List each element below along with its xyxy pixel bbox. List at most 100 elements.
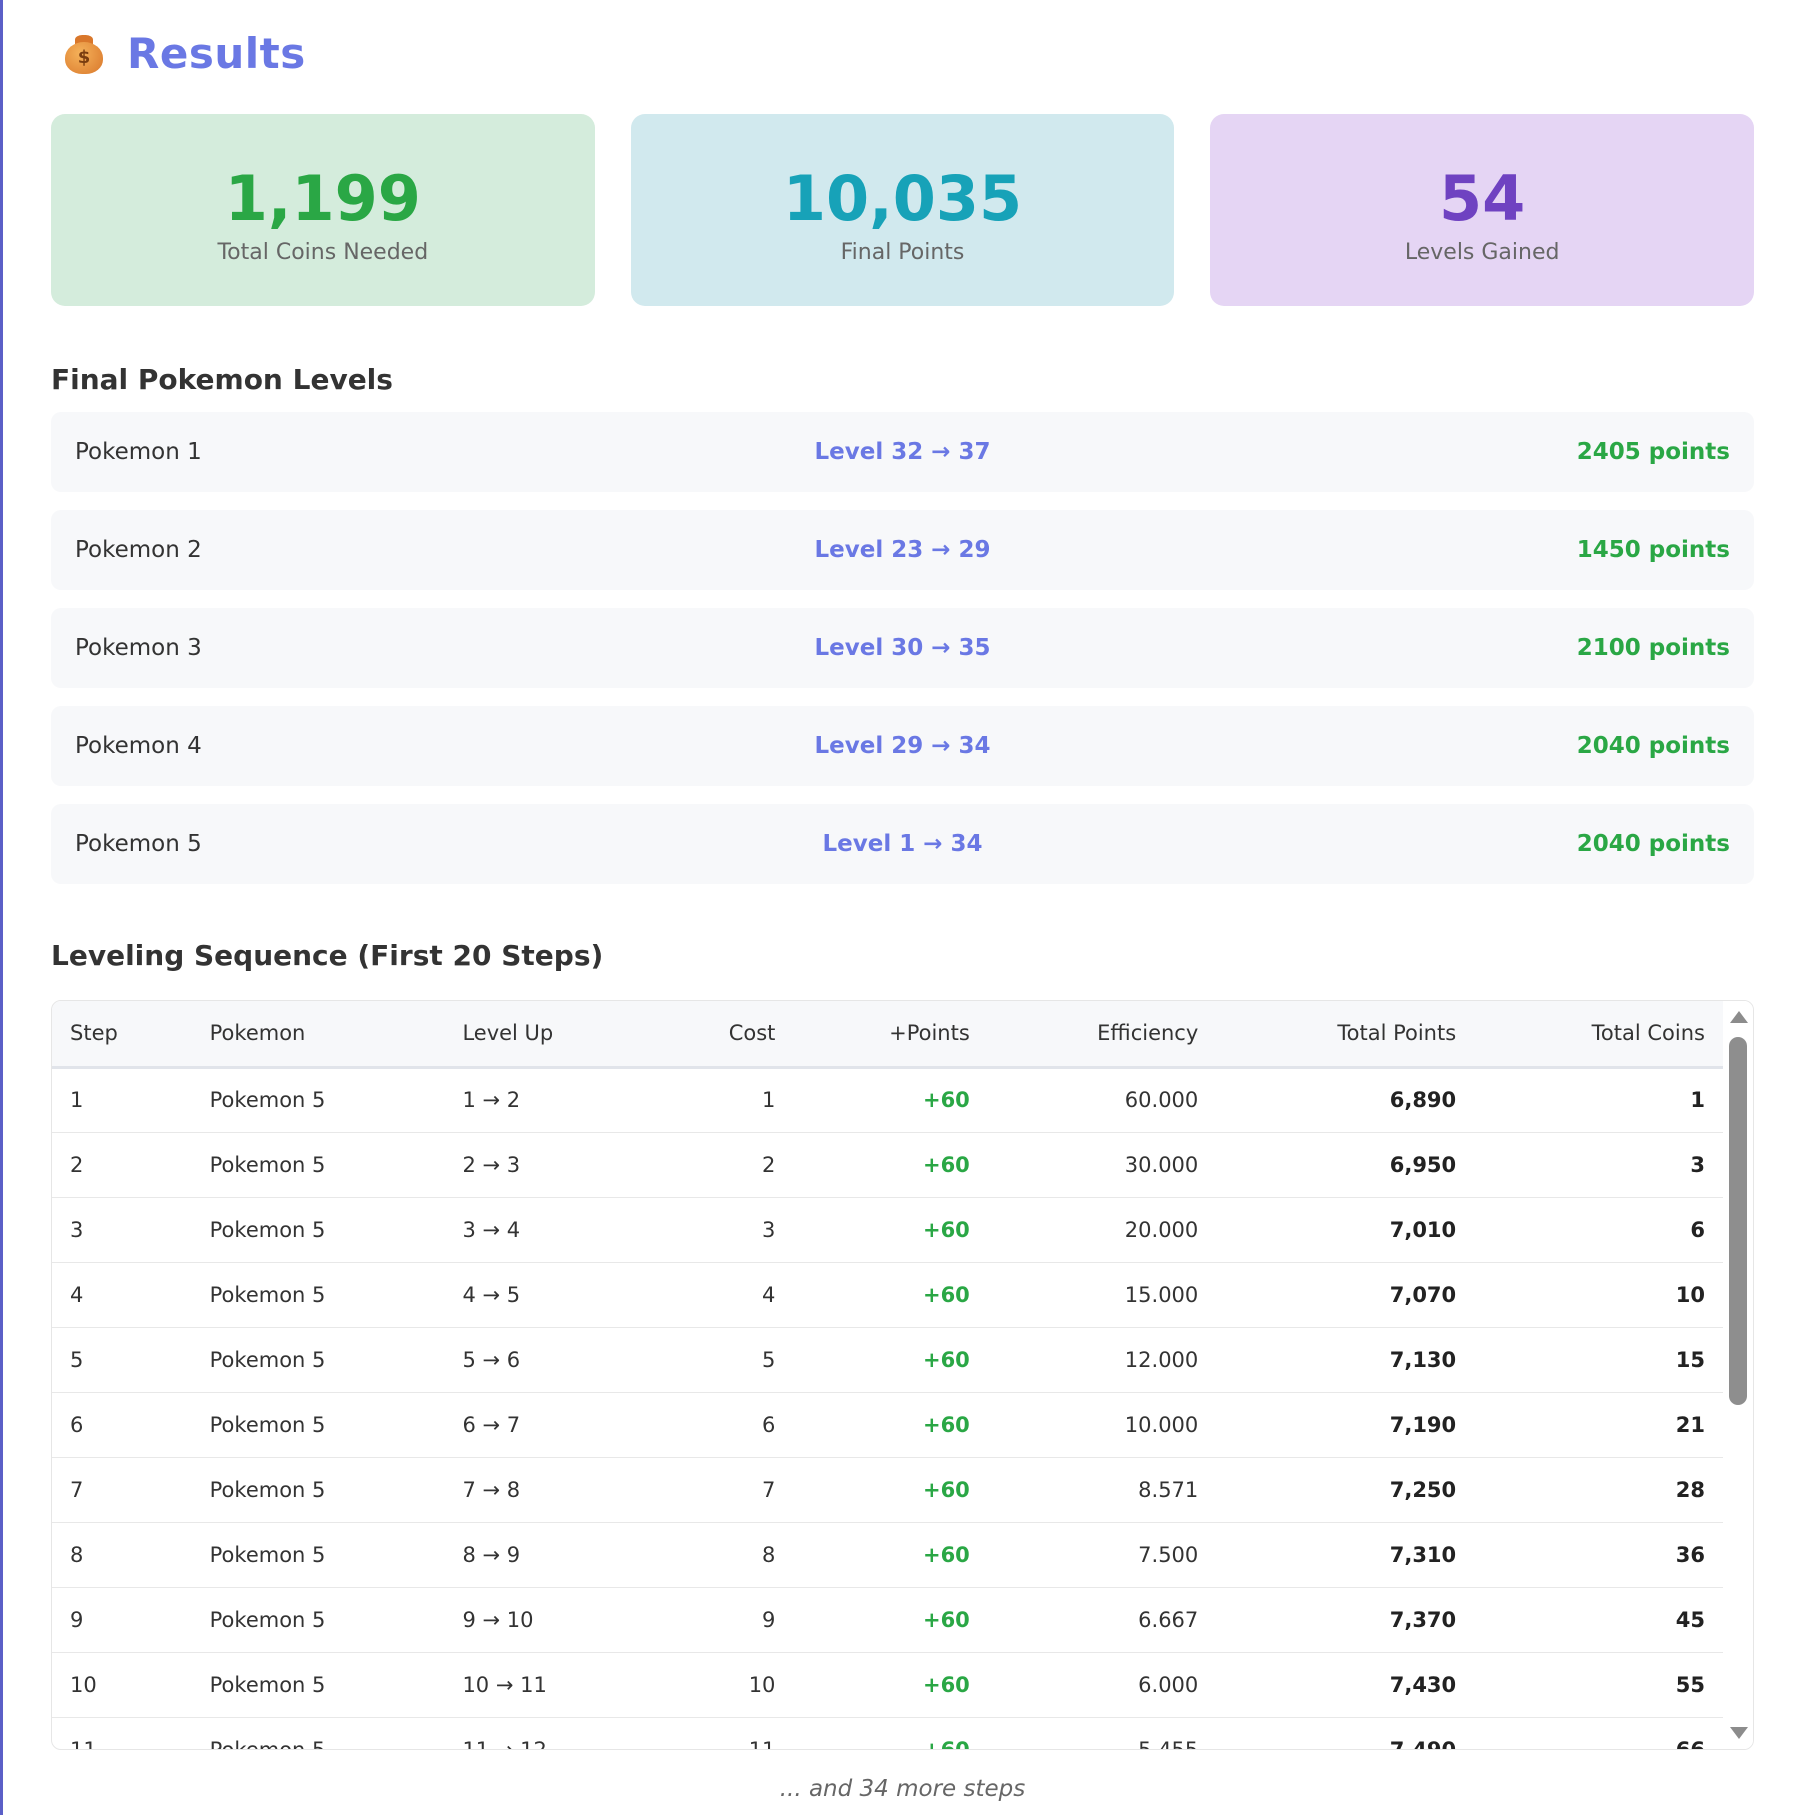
cell-total-coins: 66 xyxy=(1474,1717,1723,1749)
cell-cost: 10 xyxy=(655,1652,794,1718)
cell-total-coins: 10 xyxy=(1474,1262,1723,1328)
cell-level-up: 2 → 3 xyxy=(444,1132,656,1198)
column-header-cost: Cost xyxy=(728,1021,776,1046)
cell-total-points: 7,070 xyxy=(1216,1262,1475,1328)
money-bag-icon: $ xyxy=(61,30,107,76)
levels-gained-card: 54 Levels Gained xyxy=(1210,114,1755,306)
cell-points: +60 xyxy=(793,1132,988,1198)
level-row: Pokemon 1 Level 32 → 37 2405 points xyxy=(51,412,1754,492)
table-scroll-area[interactable]: Step Pokemon Level Up Cost +Points Effic… xyxy=(52,1001,1723,1749)
cell-step: 2 xyxy=(52,1132,192,1198)
table-row: 4 Pokemon 54 → 5 4 +60 15.000 7,070 10 xyxy=(52,1262,1723,1328)
cell-step: 3 xyxy=(52,1197,192,1263)
cell-step: 1 xyxy=(52,1067,192,1133)
table-row: 1 Pokemon 51 → 2 1 +60 60.000 6,890 1 xyxy=(52,1067,1723,1133)
cell-total-points: 7,430 xyxy=(1216,1652,1475,1718)
cell-points: +60 xyxy=(793,1457,988,1523)
level-row: Pokemon 3 Level 30 → 35 2100 points xyxy=(51,608,1754,688)
cell-efficiency: 7.500 xyxy=(987,1522,1217,1588)
table-row: 8 Pokemon 58 → 9 8 +60 7.500 7,310 36 xyxy=(52,1522,1723,1588)
cell-pokemon: Pokemon 5 xyxy=(191,1652,445,1718)
pokemon-points: 2405 points xyxy=(1576,439,1730,465)
column-header-level-up: Level Up xyxy=(462,1021,554,1046)
cell-pokemon: Pokemon 5 xyxy=(191,1262,445,1328)
page-title: Results xyxy=(127,28,306,78)
level-row: Pokemon 5 Level 1 → 34 2040 points xyxy=(51,804,1754,884)
cell-total-coins: 1 xyxy=(1474,1067,1723,1133)
cell-total-points: 7,010 xyxy=(1216,1197,1475,1263)
cell-level-up: 9 → 10 xyxy=(444,1587,656,1653)
cell-total-points: 7,490 xyxy=(1216,1717,1475,1749)
cell-total-coins: 3 xyxy=(1474,1132,1723,1198)
levels-gained-value: 54 xyxy=(1439,161,1526,235)
cell-cost: 11 xyxy=(655,1717,794,1749)
cell-pokemon: Pokemon 5 xyxy=(191,1587,445,1653)
cell-pokemon: Pokemon 5 xyxy=(191,1717,445,1749)
pokemon-level-change: Level 29 → 34 xyxy=(814,733,991,759)
cell-level-up: 7 → 8 xyxy=(444,1457,656,1523)
pokemon-level-change: Level 30 → 35 xyxy=(814,635,991,661)
column-header-total-coins: Total Coins xyxy=(1591,1021,1705,1046)
cell-total-points: 7,130 xyxy=(1216,1327,1475,1393)
cell-cost: 4 xyxy=(655,1262,794,1328)
pokemon-level-change: Level 23 → 29 xyxy=(814,537,991,563)
leveling-sequence-table-container[interactable]: Step Pokemon Level Up Cost +Points Effic… xyxy=(51,1000,1754,1750)
pokemon-points: 2040 points xyxy=(1576,831,1730,857)
scroll-up-arrow-icon[interactable] xyxy=(1730,1011,1748,1023)
pokemon-name: Pokemon 5 xyxy=(75,831,202,857)
cell-total-coins: 28 xyxy=(1474,1457,1723,1523)
cell-efficiency: 15.000 xyxy=(987,1262,1217,1328)
cell-cost: 7 xyxy=(655,1457,794,1523)
final-points-card: 10,035 Final Points xyxy=(630,114,1175,306)
pokemon-points: 2040 points xyxy=(1576,733,1730,759)
cell-step: 4 xyxy=(52,1262,192,1328)
cell-total-coins: 6 xyxy=(1474,1197,1723,1263)
more-steps-note: ... and 34 more steps xyxy=(779,1776,1026,1802)
table-body: 1 Pokemon 51 → 2 1 +60 60.000 6,890 1 2 Pokemon … xyxy=(52,1067,1723,1749)
cell-total-coins: 15 xyxy=(1474,1327,1723,1393)
cell-step: 7 xyxy=(52,1457,192,1523)
pokemon-points: 2100 points xyxy=(1576,635,1730,661)
cell-cost: 1 xyxy=(655,1067,794,1133)
total-coins-value: 1,199 xyxy=(224,161,421,235)
cell-efficiency: 5.455 xyxy=(987,1717,1217,1749)
cell-level-up: 11 → 12 xyxy=(444,1717,656,1749)
scroll-thumb[interactable] xyxy=(1729,1037,1747,1405)
pokemon-level-change: Level 32 → 37 xyxy=(814,439,991,465)
cell-efficiency: 60.000 xyxy=(987,1067,1217,1133)
summary-cards: 1,199 Total Coins Needed 10,035 Final Po… xyxy=(51,114,1755,306)
cell-step: 6 xyxy=(52,1392,192,1458)
cell-cost: 2 xyxy=(655,1132,794,1198)
cell-points: +60 xyxy=(793,1262,988,1328)
scroll-down-arrow-icon[interactable] xyxy=(1730,1727,1748,1739)
cell-step: 11 xyxy=(52,1717,192,1749)
table-header-row: Step Pokemon Level Up Cost +Points Effic… xyxy=(52,1001,1723,1067)
cell-pokemon: Pokemon 5 xyxy=(191,1327,445,1393)
cell-level-up: 5 → 6 xyxy=(444,1327,656,1393)
leveling-sequence-table: Step Pokemon Level Up Cost +Points Effic… xyxy=(52,1001,1723,1749)
column-header-points: +Points xyxy=(889,1021,970,1046)
level-row: Pokemon 2 Level 23 → 29 1450 points xyxy=(51,510,1754,590)
table-row: 5 Pokemon 55 → 6 5 +60 12.000 7,130 15 xyxy=(52,1327,1723,1393)
cell-total-coins: 21 xyxy=(1474,1392,1723,1458)
cell-level-up: 8 → 9 xyxy=(444,1522,656,1588)
cell-efficiency: 12.000 xyxy=(987,1327,1217,1393)
cell-points: +60 xyxy=(793,1652,988,1718)
pokemon-level-change: Level 1 → 34 xyxy=(822,831,983,857)
cell-pokemon: Pokemon 5 xyxy=(191,1457,445,1523)
cell-total-points: 7,190 xyxy=(1216,1392,1475,1458)
cell-total-coins: 36 xyxy=(1474,1522,1723,1588)
cell-total-points: 7,250 xyxy=(1216,1457,1475,1523)
cell-efficiency: 6.000 xyxy=(987,1652,1217,1718)
cell-total-points: 7,310 xyxy=(1216,1522,1475,1588)
cell-level-up: 10 → 11 xyxy=(444,1652,656,1718)
cell-points: +60 xyxy=(793,1522,988,1588)
cell-step: 10 xyxy=(52,1652,192,1718)
final-levels-title: Final Pokemon Levels xyxy=(51,363,393,396)
cell-points: +60 xyxy=(793,1392,988,1458)
table-row: 2 Pokemon 52 → 3 2 +60 30.000 6,950 3 xyxy=(52,1132,1723,1198)
table-row: 6 Pokemon 56 → 7 6 +60 10.000 7,190 21 xyxy=(52,1392,1723,1458)
table-scrollbar[interactable] xyxy=(1723,1001,1753,1749)
pokemon-name: Pokemon 2 xyxy=(75,537,202,563)
level-row: Pokemon 4 Level 29 → 34 2040 points xyxy=(51,706,1754,786)
